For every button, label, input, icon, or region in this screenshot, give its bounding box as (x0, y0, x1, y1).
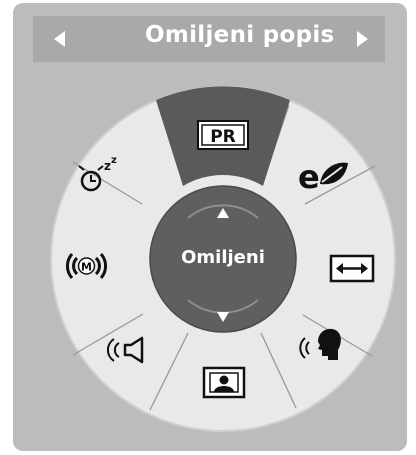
quick-menu-dial: PR e M z z (50, 86, 396, 432)
svg-text:M: M (81, 261, 92, 274)
center-label: Omiljeni (181, 247, 265, 268)
svg-text:z: z (111, 155, 117, 166)
aspect-ratio-icon[interactable] (329, 254, 375, 283)
picture-mode-icon[interactable] (202, 366, 246, 399)
svg-text:e: e (298, 158, 320, 196)
svg-text:PR: PR (210, 127, 236, 147)
svg-text:z: z (104, 159, 111, 173)
pr-icon: PR (197, 120, 249, 150)
